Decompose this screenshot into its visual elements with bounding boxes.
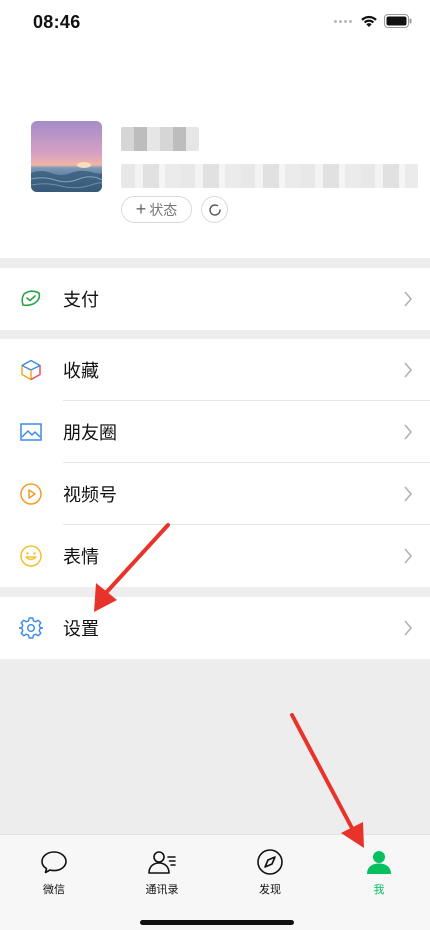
menu-item-channels[interactable]: 视频号 [0,463,430,525]
profile-header[interactable]: + 状态 [0,50,430,258]
status-button-label: 状态 [149,201,178,218]
menu-item-stickers[interactable]: 表情 [0,525,430,587]
cube-icon [19,358,43,382]
home-indicator [140,920,294,925]
status-bar: 08:46 [0,0,430,50]
menu-item-settings[interactable]: 设置 [0,597,430,659]
menu-item-moments[interactable]: 朋友圈 [0,401,430,463]
person-icon [364,847,394,877]
menu-item-label: 设置 [63,619,99,639]
status-icons [334,14,412,28]
add-status-button[interactable]: + 状态 [121,196,192,223]
tab-discover[interactable]: 发现 [240,847,300,897]
play-circle-icon [19,482,43,506]
menu-item-favorites[interactable]: 收藏 [0,339,430,401]
menu-item-label: 视频号 [63,485,117,505]
chevron-right-icon [404,620,413,636]
menu-item-label: 朋友圈 [63,423,117,443]
signal-icon [334,19,352,23]
menu-item-label: 表情 [63,547,99,567]
chevron-right-icon [404,291,413,307]
plus-icon: + [135,198,147,219]
wifi-icon [361,15,377,27]
tab-label: 通讯录 [145,884,179,896]
tab-contacts[interactable]: 通讯录 [132,847,192,897]
smile-icon [19,544,43,568]
tab-me[interactable]: 我 [349,847,409,897]
tab-label: 发现 [259,884,281,896]
menu-item-pay[interactable]: 支付 [0,268,430,330]
tab-label: 我 [373,884,385,896]
contacts-icon [147,847,177,877]
nickname-redacted [121,127,199,151]
tab-label: 微信 [43,884,65,896]
refresh-status-button[interactable] [201,196,228,223]
status-time: 08:46 [33,12,81,32]
wallet-check-icon [19,287,43,311]
refresh-icon [208,203,221,216]
menu-item-label: 支付 [63,290,99,310]
wechat-id-redacted [121,164,418,188]
menu-group-pay: 支付 [0,268,430,330]
arrow-to-me-tab [290,713,364,848]
avatar[interactable] [31,121,102,192]
menu-item-label: 收藏 [63,361,99,381]
chevron-right-icon [404,424,413,440]
compass-icon [255,847,285,877]
image-icon [19,420,43,444]
menu-group-settings: 设置 [0,597,430,659]
gear-icon [19,616,43,640]
chevron-right-icon [404,362,413,378]
chevron-right-icon [404,548,413,564]
chevron-right-icon [404,486,413,502]
menu-group-content: 收藏 朋友圈 视频号 表情 [0,339,430,587]
bottom-tab-bar: 微信 通讯录 发现 我 [0,834,430,930]
tab-chats[interactable]: 微信 [24,847,84,897]
chat-bubble-icon [39,847,69,877]
battery-icon [384,14,412,28]
